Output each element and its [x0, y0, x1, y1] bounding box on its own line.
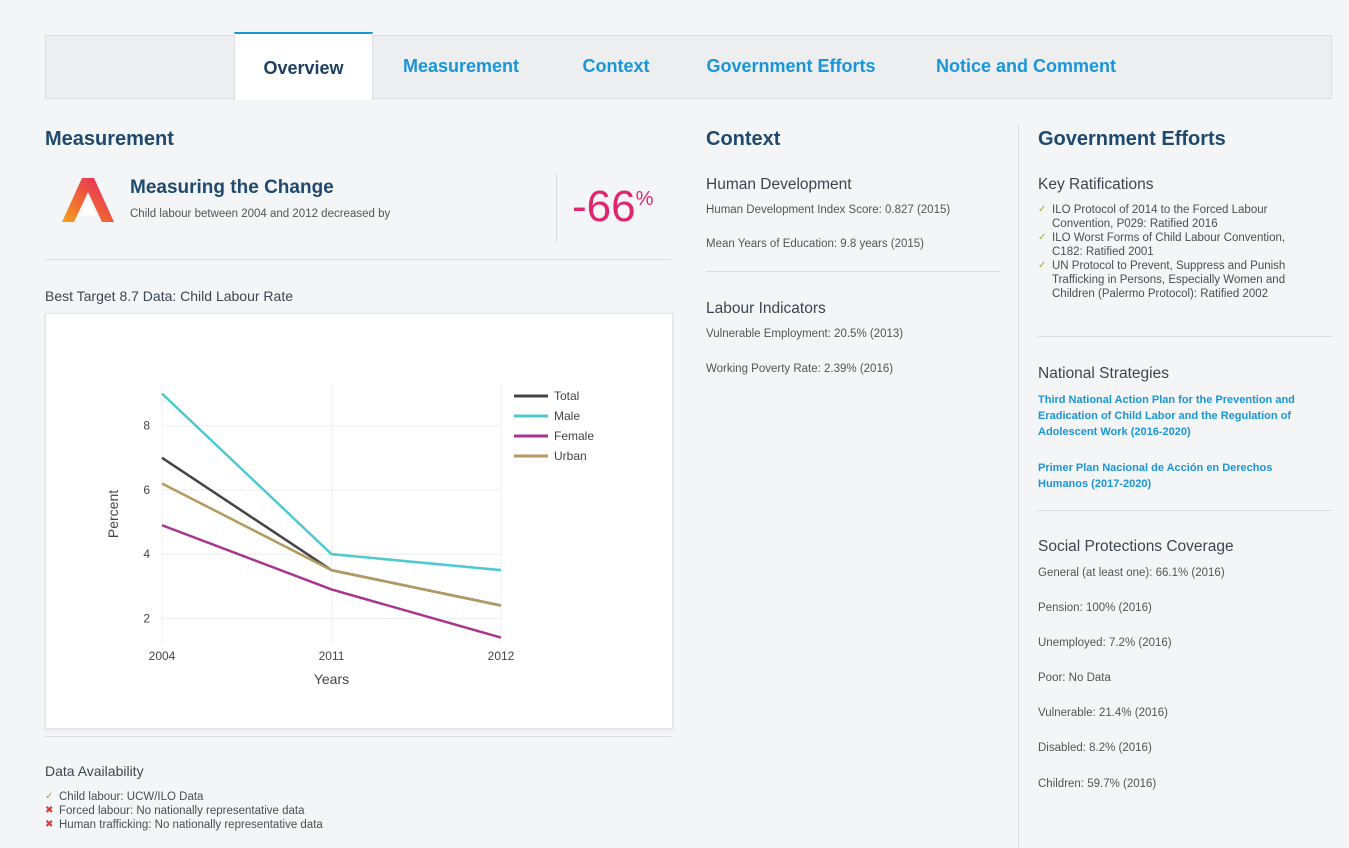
chart-heading: Best Target 8.7 Data: Child Labour Rate: [45, 288, 294, 304]
human-development-heading: Human Development: [706, 176, 852, 193]
strategy-link-child-labour[interactable]: Third National Action Plan for the Preve…: [1038, 392, 1295, 440]
change-percent-unit: %: [635, 188, 654, 210]
x-tick-label: 2004: [149, 649, 176, 663]
tab-measurement[interactable]: Measurement: [391, 32, 531, 100]
cross-icon: ✖: [45, 805, 54, 816]
tab-government-efforts[interactable]: Government Efforts: [696, 32, 886, 100]
divider: [45, 259, 671, 260]
measurement-heading: Measurement: [45, 128, 174, 150]
measurement-title: Measuring the Change: [130, 177, 334, 198]
list-item-line: ILO Protocol of 2014 to the Forced Labou…: [1052, 204, 1268, 216]
mean-years-education: Mean Years of Education: 9.8 years (2015…: [706, 238, 925, 250]
data-availability-heading: Data Availability: [45, 763, 144, 779]
list-item-label: Child labour: UCW/ILO Data: [59, 791, 204, 803]
list-item-line: UN Protocol to Prevent, Suppress and Pun…: [1052, 260, 1286, 272]
list-item: ✓ UN Protocol to Prevent, Suppress and Pu…: [1038, 259, 1334, 301]
check-icon: ✓: [45, 791, 54, 802]
labour-indicators-heading: Labour Indicators: [706, 300, 826, 317]
data-availability-list: ✓ Child labour: UCW/ILO Data ✖ Forced labo…: [45, 790, 323, 832]
list-item: ✓ Child labour: UCW/ILO Data: [45, 790, 323, 804]
divider: [1038, 510, 1332, 511]
list-item-label: Forced labour: No nationally representat…: [59, 805, 305, 817]
divider: [45, 736, 671, 737]
measurement-divider: [556, 174, 557, 242]
tab-bar: Overview Measurement Context Government …: [45, 32, 1332, 100]
legend-label: Male: [554, 409, 580, 423]
tab-notice-and-comment[interactable]: Notice and Comment: [926, 32, 1126, 100]
y-tick-label: 2: [143, 611, 150, 625]
line-chart: 2 4 6 8 2004 2011 2012 Years Percent Total Male Fem…: [105, 384, 594, 687]
legend-label: Female: [554, 429, 594, 443]
list-item-line: Convention, P029: Ratified 2016: [1052, 218, 1218, 230]
government-efforts-heading: Government Efforts: [1038, 128, 1226, 150]
check-icon: ✓: [1038, 204, 1047, 215]
change-percent: -66%: [572, 182, 653, 232]
check-icon: ✓: [1038, 260, 1047, 271]
y-tick-label: 4: [143, 547, 150, 561]
legend-label: Urban: [554, 449, 587, 463]
key-ratifications-heading: Key Ratifications: [1038, 176, 1154, 193]
strategy-link-line: Third National Action Plan for the Preve…: [1038, 394, 1295, 406]
list-item: ✖ Forced labour: No nationally representa…: [45, 804, 323, 818]
list-item-line: ILO Worst Forms of Child Labour Conventi…: [1052, 232, 1286, 244]
national-strategies-heading: National Strategies: [1038, 365, 1169, 382]
social-general: General (at least one): 66.1% (2016): [1038, 567, 1225, 579]
list-item-line: C182: Ratified 2001: [1052, 246, 1154, 258]
tab-context[interactable]: Context: [566, 32, 666, 100]
social-protections-heading: Social Protections Coverage: [1038, 538, 1234, 555]
measurement-logo-icon: [62, 178, 114, 222]
strategy-link-line: Primer Plan Nacional de Acción en Derech…: [1038, 462, 1273, 474]
strategy-link-line: Adolescent Work (2016-2020): [1038, 426, 1191, 438]
social-children: Children: 59.7% (2016): [1038, 778, 1157, 790]
list-item: ✖ Human trafficking: No nationally repres…: [45, 818, 323, 832]
social-vulnerable: Vulnerable: 21.4% (2016): [1038, 707, 1168, 719]
list-item-line: Trafficking in Persons, Especially Women…: [1052, 274, 1286, 286]
list-item: ✓ ILO Worst Forms of Child Labour Convent…: [1038, 231, 1334, 259]
y-tick-label: 8: [143, 419, 150, 433]
context-heading: Context: [706, 128, 781, 150]
change-percent-value: -66: [572, 182, 636, 231]
ratifications-list: ✓ ILO Protocol of 2014 to the Forced Labo…: [1038, 203, 1334, 301]
social-poor: Poor: No Data: [1038, 672, 1111, 684]
cross-icon: ✖: [45, 819, 54, 830]
list-item-label: Human trafficking: No nationally represe…: [59, 819, 323, 831]
list-item-line: Children (Palermo Protocol): Ratified 20…: [1052, 288, 1269, 300]
check-icon: ✓: [1038, 232, 1047, 243]
measurement-desc: Child labour between 2004 and 2012 decre…: [130, 208, 391, 220]
social-pension: Pension: 100% (2016): [1038, 602, 1152, 614]
divider: [1038, 336, 1332, 337]
strategy-link-line: Eradication of Child Labor and the Regul…: [1038, 410, 1291, 422]
social-unemployed: Unemployed: 7.2% (2016): [1038, 637, 1172, 649]
social-disabled: Disabled: 8.2% (2016): [1038, 742, 1152, 754]
column-divider: [1018, 125, 1019, 848]
x-tick-label: 2011: [319, 649, 345, 663]
x-tick-label: 2012: [488, 649, 515, 663]
x-axis-label: Years: [314, 671, 349, 687]
strategy-link-human-rights[interactable]: Primer Plan Nacional de Acción en Derech…: [1038, 460, 1272, 492]
vulnerable-employment: Vulnerable Employment: 20.5% (2013): [706, 328, 904, 340]
chart-card: 2 4 6 8 2004 2011 2012 Years Percent Total Male Fem…: [45, 313, 673, 729]
human-development-index: Human Development Index Score: 0.827 (20…: [706, 204, 951, 216]
legend-label: Total: [554, 389, 579, 403]
divider: [706, 271, 1000, 272]
list-item: ✓ ILO Protocol of 2014 to the Forced Labo…: [1038, 203, 1334, 231]
y-axis-label: Percent: [105, 490, 121, 538]
strategy-link-line: Humanos (2017-2020): [1038, 478, 1152, 490]
tab-overview[interactable]: Overview: [234, 32, 373, 100]
working-poverty-rate: Working Poverty Rate: 2.39% (2016): [706, 363, 894, 375]
y-tick-label: 6: [143, 483, 150, 497]
